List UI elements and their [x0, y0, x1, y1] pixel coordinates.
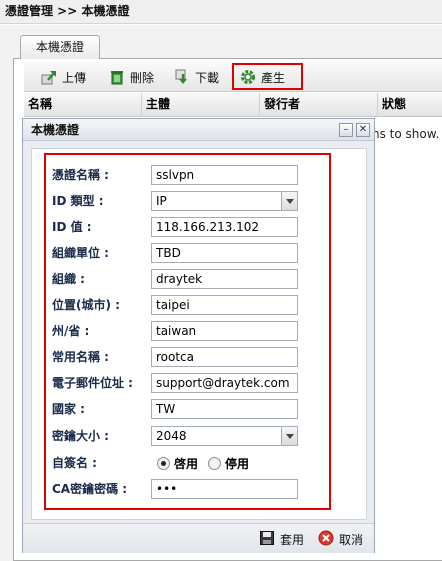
column-issuer[interactable]: 發行者	[260, 93, 378, 117]
state-input[interactable]: taiwan	[151, 321, 298, 341]
empty-table-message: ns to show.	[372, 127, 440, 141]
self-signed-disable-label: 停用	[225, 456, 250, 471]
cancel-button[interactable]: 取消	[318, 530, 363, 548]
close-icon: ✕	[358, 124, 368, 135]
key-size-label: 密鑰大小 :	[52, 429, 109, 443]
delete-label: 刪除	[130, 70, 155, 85]
trash-icon	[109, 69, 125, 85]
id-type-select[interactable]: IP	[151, 191, 298, 211]
self-signed-enable-radio[interactable]	[157, 456, 170, 470]
minimize-icon: –	[343, 124, 349, 135]
download-icon	[174, 69, 190, 85]
certificate-name-input[interactable]: sslvpn	[151, 165, 298, 185]
self-signed-disable-radio[interactable]	[208, 456, 222, 470]
organization-unit-input[interactable]: TBD	[151, 243, 298, 263]
tab-local-certificate[interactable]: 本機憑證	[20, 35, 100, 59]
ca-key-password-label: CA密鑰密碼 :	[52, 482, 128, 496]
id-value-label: ID 值 :	[52, 220, 92, 234]
ca-key-password-input[interactable]: •••	[151, 479, 298, 499]
id-type-label: ID 類型 :	[52, 194, 104, 208]
key-size-value: 2048	[156, 429, 187, 443]
close-button[interactable]: ✕	[356, 123, 370, 137]
id-type-value: IP	[156, 194, 167, 208]
column-name[interactable]: 名稱	[24, 93, 142, 117]
common-name-input[interactable]: rootca	[151, 347, 298, 367]
common-name-label: 常用名稱 :	[52, 350, 109, 364]
delete-button[interactable]: 刪除	[109, 64, 154, 90]
self-signed-options: 啓用 停用	[157, 454, 249, 472]
apply-label: 套用	[280, 532, 305, 547]
breadcrumb: 憑證管理 >> 本機憑證	[0, 0, 442, 24]
upload-label: 上傳	[62, 70, 87, 85]
column-subject[interactable]: 主體	[142, 93, 260, 117]
key-size-select[interactable]: 2048	[151, 426, 298, 446]
apply-button[interactable]: 套用	[259, 530, 304, 548]
generate-highlight	[232, 63, 303, 90]
organization-label: 組織 :	[52, 272, 85, 286]
city-input[interactable]: taipei	[151, 295, 298, 315]
email-label: 電子郵件位址 :	[52, 376, 133, 390]
download-label: 下載	[195, 70, 220, 85]
upload-icon	[41, 69, 57, 85]
chevron-down-icon	[281, 192, 297, 210]
minimize-button[interactable]: –	[339, 123, 353, 137]
cancel-icon	[318, 530, 334, 549]
radio-selected-dot	[161, 460, 166, 466]
save-icon	[259, 530, 275, 549]
organization-unit-label: 組織單位 :	[52, 246, 109, 260]
chevron-down-icon	[281, 427, 297, 445]
country-label: 國家 :	[52, 402, 85, 416]
dialog-footer: 套用 取消	[23, 523, 374, 553]
download-button[interactable]: 下載	[174, 64, 219, 90]
self-signed-label: 自簽名 :	[52, 456, 97, 470]
email-input[interactable]: support@draytek.com	[151, 373, 298, 393]
state-label: 州/省 :	[52, 324, 90, 338]
upload-button[interactable]: 上傳	[41, 64, 86, 90]
id-value-input[interactable]: 118.166.213.102	[151, 217, 298, 237]
organization-input[interactable]: draytek	[151, 269, 298, 289]
city-label: 位置(城市) :	[52, 298, 120, 312]
dialog-title: 本機憑證	[23, 119, 374, 141]
column-status[interactable]: 狀態	[378, 93, 442, 117]
cancel-label: 取消	[339, 532, 364, 547]
table-header: 名稱 主體 發行者 狀態	[24, 93, 442, 117]
country-input[interactable]: TW	[151, 399, 298, 419]
certificate-name-label: 憑證名稱 :	[52, 168, 109, 182]
self-signed-enable-label: 啓用	[174, 456, 199, 471]
